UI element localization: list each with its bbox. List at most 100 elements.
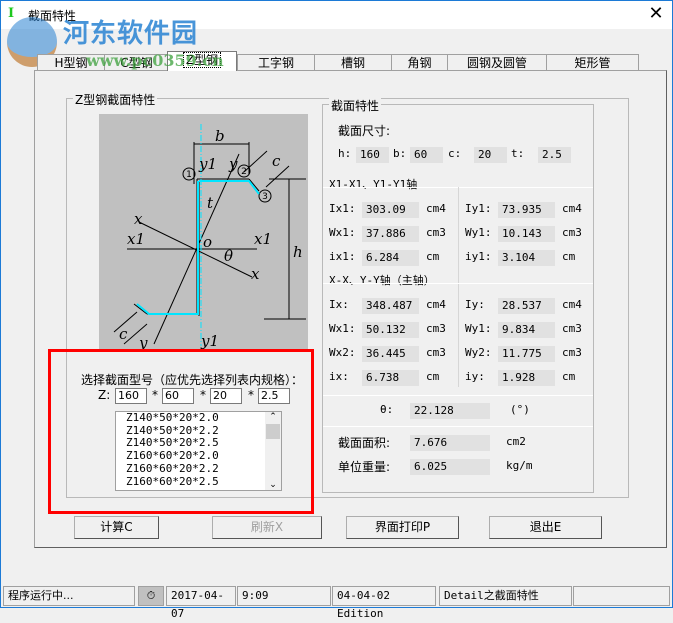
dim-label: c: (448, 147, 462, 160)
highlight-box (48, 349, 314, 514)
prop-unit: cm3 (426, 322, 446, 335)
prop-label: Iy: (465, 298, 485, 311)
prop-unit: cm3 (426, 226, 446, 239)
prop-value: 9.834 (498, 322, 555, 338)
dim-value: 60 (410, 147, 443, 163)
axis-y1: y1 (198, 155, 217, 173)
dim-t: t (207, 194, 214, 212)
section1-title: X1-X1、Y1-Y1轴 (329, 178, 418, 191)
exit-button[interactable]: 退出E (489, 516, 602, 539)
prop-label: Wy1: (465, 226, 492, 239)
tab-c-steel[interactable]: C型钢 (104, 54, 169, 71)
prop-unit: cm4 (562, 202, 582, 215)
calculate-button[interactable]: 计算C (74, 516, 159, 539)
angle-theta: θ (224, 247, 233, 265)
prop-unit: cm3 (562, 322, 582, 335)
dim-label: t: (511, 147, 525, 160)
dim-label: h: (338, 147, 352, 160)
dim-b: b (215, 127, 225, 145)
properties-title: 截面特性 (329, 97, 382, 114)
axis-y: y (228, 155, 238, 173)
dim-value: 160 (356, 147, 389, 163)
watermark-text: 河东软件园 (63, 19, 199, 49)
tab-label: 角钢 (407, 56, 432, 70)
prop-unit: cm (562, 250, 576, 263)
status-detail: Detail之截面特性 (439, 586, 572, 606)
prop-value: 6.738 (362, 370, 419, 386)
prop-unit: cm3 (426, 346, 446, 359)
status-empty (573, 586, 670, 606)
prop-unit: cm4 (562, 298, 582, 311)
dim-c-bottom: c (119, 325, 128, 343)
status-date: 2017-04-07 (166, 586, 236, 620)
tab-label: H型钢 (54, 56, 88, 70)
tab-h-steel[interactable]: H型钢 (37, 54, 105, 71)
tab-z-steel[interactable]: Z型钢 (167, 51, 237, 71)
prop-unit: cm (426, 250, 440, 263)
close-button[interactable]: ✕ (643, 3, 669, 25)
prop-label: Ix: (329, 298, 349, 311)
tab-label: C型钢 (120, 56, 153, 70)
tab-label: 矩形管 (574, 56, 611, 70)
prop-unit: cm (562, 370, 576, 383)
prop-value: 28.537 (498, 298, 555, 314)
status-bar: 程序运行中... ⏱ 2017-04-07 9:09 04-04-02 Edit… (1, 584, 672, 620)
prop-value: 3.104 (498, 250, 555, 266)
prop-value: 50.132 (362, 322, 419, 338)
point-2: 2 (241, 167, 247, 177)
tab-round-pipe[interactable]: 圆钢及圆管 (447, 54, 547, 71)
tab-rect-tube[interactable]: 矩形管 (546, 54, 639, 71)
axis-y2: y (138, 334, 148, 349)
prop-value: 36.445 (362, 346, 419, 362)
prop-label: Wx1: (329, 226, 356, 239)
prop-value: 37.886 (362, 226, 419, 242)
prop-label: ix1: (329, 250, 356, 263)
print-button[interactable]: 界面打印P (346, 516, 459, 539)
theta-value: 22.128 (410, 403, 490, 419)
prop-unit: cm4 (426, 202, 446, 215)
prop-value: 1.928 (498, 370, 555, 386)
axis-x: x (134, 210, 143, 228)
prop-label: Wx2: (329, 346, 356, 359)
prop-label: Wy1: (465, 322, 492, 335)
prop-value: 348.487 (362, 298, 419, 314)
prop-value: 303.09 (362, 202, 419, 218)
prop-unit: cm (426, 370, 440, 383)
dim-label: b: (393, 147, 407, 160)
area-unit: cm2 (506, 435, 526, 448)
tab-channel[interactable]: 槽钢 (314, 54, 392, 71)
refresh-button[interactable]: 刷新X (212, 516, 322, 539)
point-1: 1 (186, 170, 192, 180)
prop-label: ix: (329, 370, 349, 383)
dim-c: c (272, 152, 281, 170)
dim-value: 20 (474, 147, 507, 163)
axis-x2: x (251, 265, 260, 283)
prop-label: iy1: (465, 250, 492, 263)
dim-value: 2.5 (538, 147, 571, 163)
tab-label: Z型钢 (182, 52, 222, 68)
prop-label: Wx1: (329, 322, 356, 335)
tab-i-beam[interactable]: 工字钢 (237, 54, 315, 71)
prop-value: 10.143 (498, 226, 555, 242)
axis-x1: x1 (127, 230, 145, 248)
group-title: Z型钢截面特性 (73, 91, 158, 108)
area-value: 7.676 (410, 435, 490, 451)
prop-label: Ix1: (329, 202, 356, 215)
point-3: 3 (262, 192, 268, 202)
prop-value: 11.775 (498, 346, 555, 362)
tab-label: 圆钢及圆管 (466, 56, 527, 70)
dim-title: 截面尺寸: (338, 124, 391, 138)
prop-label: iy: (465, 370, 485, 383)
weight-label: 单位重量: (338, 460, 391, 474)
app-icon: I (8, 6, 15, 21)
z-section-diagram: b c t h x x x1 x1 y y y1 y1 o θ c 1 2 3 (99, 114, 308, 349)
axis-x1-right: x1 (254, 230, 272, 248)
tab-angle[interactable]: 角钢 (391, 54, 448, 71)
theta-unit: (°) (510, 403, 530, 416)
tab-label: 槽钢 (340, 56, 365, 70)
prop-unit: cm3 (562, 226, 582, 239)
status-time: 9:09 (237, 586, 331, 606)
status-edition: 04-04-02 Edition (332, 586, 436, 620)
origin-o: o (203, 233, 212, 251)
prop-unit: cm3 (562, 346, 582, 359)
